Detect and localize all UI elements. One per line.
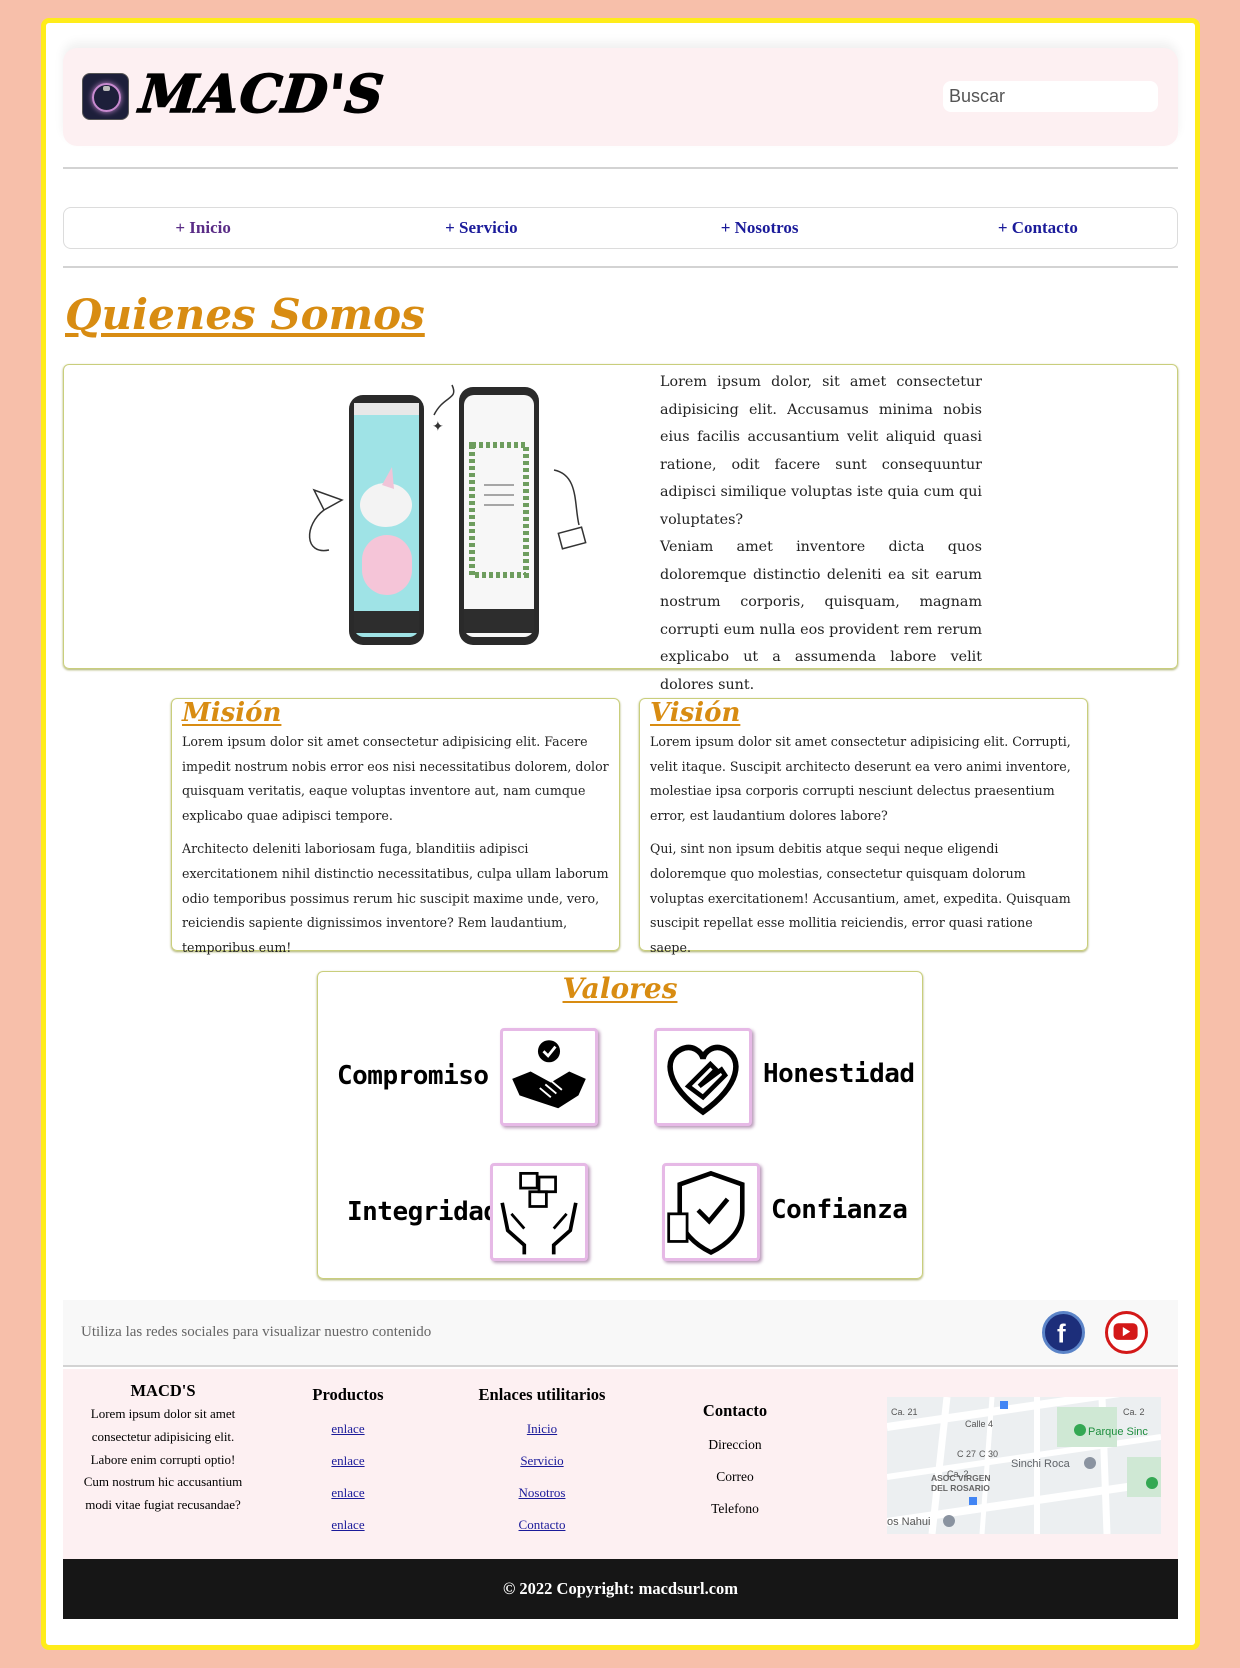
map-label: DEL ROSARIO bbox=[931, 1483, 990, 1493]
logo-icon[interactable] bbox=[82, 73, 129, 120]
handshake-icon bbox=[500, 1028, 598, 1126]
vision-card: Visión Lorem ipsum dolor sit amet consec… bbox=[639, 698, 1088, 955]
footer-brand-text: Lorem ipsum dolor sit amet consectetur a… bbox=[83, 1406, 243, 1513]
map-label: Ca. 2 bbox=[1123, 1407, 1145, 1417]
facebook-icon[interactable]: f bbox=[1042, 1311, 1085, 1354]
search-input[interactable] bbox=[943, 81, 1158, 112]
site-header: MACD'S bbox=[63, 48, 1178, 146]
svg-text:f: f bbox=[1057, 1321, 1066, 1349]
values-section: Valores Compromiso Honestidad Integridad bbox=[317, 971, 923, 1279]
footer-link[interactable]: enlace bbox=[293, 1509, 403, 1541]
mission-paragraph: Lorem ipsum dolor sit amet consectetur a… bbox=[182, 734, 609, 823]
value-label: Confianza bbox=[771, 1195, 908, 1225]
youtube-icon[interactable] bbox=[1105, 1311, 1148, 1354]
footer-link[interactable]: enlace bbox=[293, 1413, 403, 1445]
copyright-bar: © 2022 Copyright: macdsurl.com bbox=[63, 1559, 1178, 1619]
map-label: Calle 4 bbox=[965, 1419, 993, 1429]
main-nav: + Inicio + Servicio + Nosotros + Contact… bbox=[63, 207, 1178, 249]
mission-card: Misión Lorem ipsum dolor sit amet consec… bbox=[171, 698, 620, 955]
footer-link-nosotros[interactable]: Nosotros bbox=[467, 1477, 617, 1509]
map-label: Parque Sinc bbox=[1088, 1426, 1148, 1438]
vision-paragraph: Lorem ipsum dolor sit amet consectetur a… bbox=[650, 734, 1071, 823]
svg-text:✦: ✦ bbox=[432, 419, 444, 435]
map-label: ASOC VIRGEN bbox=[931, 1473, 991, 1483]
nav-nosotros[interactable]: + Nosotros bbox=[621, 208, 899, 248]
contact-correo: Correo bbox=[716, 1469, 754, 1484]
vision-title: Visión bbox=[650, 698, 741, 728]
footer-enlaces: Enlaces utilitarios Inicio Servicio Noso… bbox=[467, 1385, 617, 1541]
mission-title: Misión bbox=[182, 698, 282, 728]
about-text: Lorem ipsum dolor, sit amet consectetur … bbox=[660, 369, 982, 699]
site-footer: MACD'S Lorem ipsum dolor sit amet consec… bbox=[63, 1369, 1178, 1559]
nav-servicio[interactable]: + Servicio bbox=[342, 208, 620, 248]
heart-hand-icon bbox=[654, 1028, 752, 1126]
page-title: Quienes Somos bbox=[65, 290, 425, 339]
footer-link-contacto[interactable]: Contacto bbox=[467, 1509, 617, 1541]
social-bar: Utiliza las redes sociales para visualiz… bbox=[63, 1300, 1178, 1367]
footer-contacto-title: Contacto bbox=[702, 1401, 768, 1420]
values-title: Valores bbox=[562, 972, 678, 1005]
social-text: Utiliza las redes sociales para visualiz… bbox=[81, 1324, 432, 1340]
phones-illustration: ✦ bbox=[308, 384, 587, 645]
map-label: C 27 bbox=[957, 1449, 976, 1459]
footer-link-inicio[interactable]: Inicio bbox=[467, 1413, 617, 1445]
footer-link[interactable]: enlace bbox=[293, 1445, 403, 1477]
footer-link[interactable]: enlace bbox=[293, 1477, 403, 1509]
location-map[interactable]: Ca. 21 Calle 4 C 27 C 30 Ca. 2 Parque Si… bbox=[887, 1397, 1161, 1534]
footer-productos-title: Productos bbox=[312, 1385, 384, 1404]
map-label: os Nahui bbox=[887, 1516, 930, 1528]
map-label: C 30 bbox=[979, 1449, 998, 1459]
footer-productos: Productos enlace enlace enlace enlace bbox=[293, 1385, 403, 1541]
page-frame: MACD'S + Inicio + Servicio + Nosotros + … bbox=[41, 18, 1200, 1650]
value-label: Integridad bbox=[347, 1197, 499, 1227]
vision-paragraph: Qui, sint non ipsum debitis atque sequi … bbox=[650, 841, 1071, 955]
map-label: Sinchi Roca bbox=[1011, 1458, 1071, 1470]
contact-telefono: Telefono bbox=[711, 1501, 759, 1516]
footer-brand-title: MACD'S bbox=[130, 1381, 196, 1400]
value-label: Honestidad bbox=[763, 1059, 915, 1089]
nav-contacto[interactable]: + Contacto bbox=[899, 208, 1177, 248]
brand-name[interactable]: MACD'S bbox=[136, 63, 388, 126]
about-section: ✦ Lorem ipsum dolor, sit amet consectetu… bbox=[63, 364, 1178, 693]
divider bbox=[63, 167, 1178, 169]
value-label: Compromiso bbox=[337, 1061, 489, 1091]
about-paragraph: Veniam amet inventore dicta quos dolorem… bbox=[660, 539, 982, 693]
divider bbox=[63, 266, 1178, 268]
contact-direccion: Direccion bbox=[708, 1437, 762, 1452]
map-label: Ca. 21 bbox=[891, 1407, 918, 1417]
footer-enlaces-title: Enlaces utilitarios bbox=[478, 1385, 606, 1404]
puzzle-hands-icon bbox=[490, 1163, 588, 1261]
footer-brand: MACD'S Lorem ipsum dolor sit amet consec… bbox=[81, 1381, 245, 1517]
about-paragraph: Lorem ipsum dolor, sit amet consectetur … bbox=[660, 374, 982, 528]
footer-link-servicio[interactable]: Servicio bbox=[467, 1445, 617, 1477]
nav-inicio[interactable]: + Inicio bbox=[64, 208, 342, 248]
mission-paragraph: Architecto deleniti laboriosam fuga, bla… bbox=[182, 841, 609, 955]
shield-check-icon bbox=[662, 1163, 760, 1261]
footer-contacto: Contacto Direccion Correo Telefono bbox=[685, 1401, 785, 1525]
